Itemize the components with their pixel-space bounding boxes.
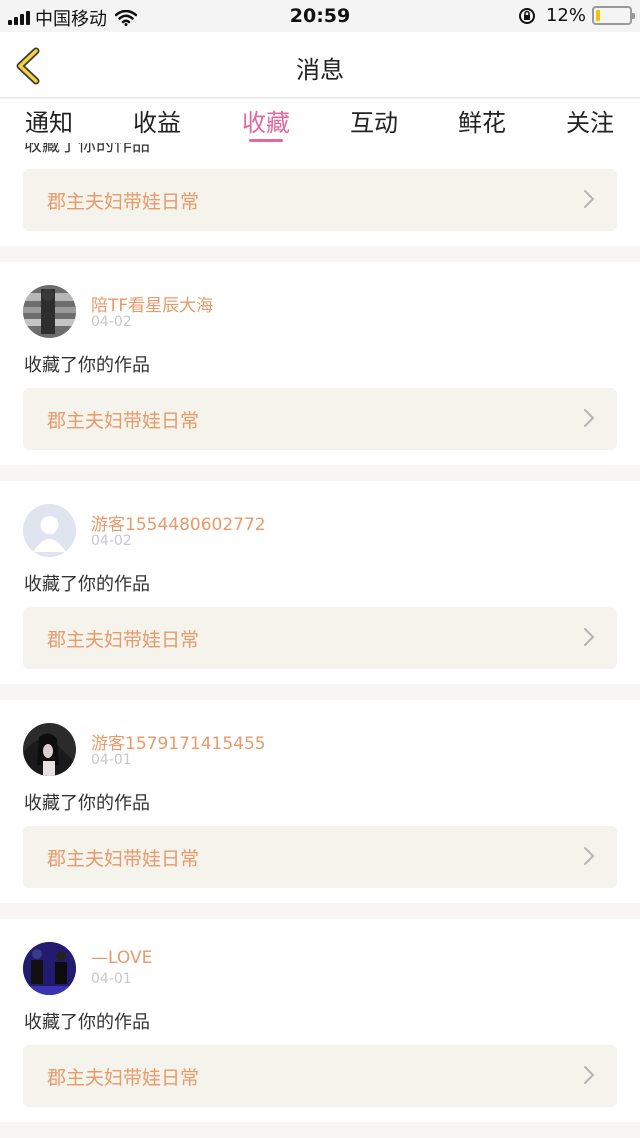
date: 04-02	[91, 533, 132, 549]
username[interactable]: 陪TF看星辰大海	[91, 291, 213, 316]
work-link[interactable]: 郡主夫妇带娃日常	[23, 826, 617, 888]
avatar[interactable]	[23, 723, 76, 776]
tab-bar: 通知 收益 收藏 互动 鲜花 关注	[0, 99, 640, 143]
work-title: 郡主夫妇带娃日常	[47, 191, 200, 213]
avatar[interactable]	[23, 285, 76, 338]
active-tab-indicator	[249, 139, 283, 142]
page-title: 消息	[296, 56, 344, 84]
orientation-lock-icon	[518, 7, 535, 24]
date: 04-02	[91, 314, 132, 330]
battery-percent: 12%	[545, 5, 586, 26]
chevron-right-icon	[584, 1066, 595, 1084]
avatar[interactable]	[23, 942, 76, 995]
tab-flowers[interactable]: 鲜花	[442, 103, 522, 138]
work-link[interactable]: 郡主夫妇带娃日常	[23, 607, 617, 669]
action-text: 收藏了你的作品	[24, 1012, 150, 1033]
action-text: 收藏了你的作品	[24, 793, 150, 814]
battery-icon	[592, 6, 635, 25]
chevron-right-icon	[584, 190, 595, 208]
chevron-right-icon	[584, 409, 595, 427]
list-item: 收藏了你的作品 郡主夫妇带娃日常	[0, 143, 640, 246]
date: 04-01	[91, 971, 132, 987]
action-text: 收藏了你的作品	[24, 143, 150, 156]
status-bar: 中国移动 20:59 12%	[0, 0, 640, 32]
tab-favorites[interactable]: 收藏	[226, 103, 306, 138]
tab-interactions[interactable]: 互动	[334, 103, 414, 138]
action-text: 收藏了你的作品	[24, 355, 150, 376]
default-user-icon	[23, 504, 76, 557]
work-title: 郡主夫妇带娃日常	[47, 410, 200, 432]
work-title: 郡主夫妇带娃日常	[47, 1067, 200, 1089]
nav-bar: 消息	[0, 32, 640, 98]
chevron-right-icon	[584, 847, 595, 865]
username[interactable]: 游客1579171415455	[91, 729, 266, 754]
tab-earnings[interactable]: 收益	[117, 103, 197, 138]
action-text: 收藏了你的作品	[24, 574, 150, 595]
work-link[interactable]: 郡主夫妇带娃日常	[23, 1045, 617, 1107]
user-photo-icon	[23, 285, 76, 338]
tab-notifications[interactable]: 通知	[9, 103, 89, 138]
user-photo-icon	[23, 723, 76, 776]
list-item: 陪TF看星辰大海 04-02 收藏了你的作品 郡主夫妇带娃日常	[0, 262, 640, 465]
avatar[interactable]	[23, 504, 76, 557]
tab-following[interactable]: 关注	[550, 103, 630, 138]
username[interactable]: 游客1554480602772	[91, 510, 266, 535]
list-item: 游客1579171415455 04-01 收藏了你的作品 郡主夫妇带娃日常	[0, 700, 640, 903]
work-link[interactable]: 郡主夫妇带娃日常	[23, 169, 617, 231]
status-right: 12%	[518, 5, 635, 26]
list-item: —LOVE 04-01 收藏了你的作品 郡主夫妇带娃日常	[0, 919, 640, 1122]
work-link[interactable]: 郡主夫妇带娃日常	[23, 388, 617, 450]
user-photo-icon	[23, 942, 76, 995]
username[interactable]: —LOVE	[91, 948, 152, 968]
work-title: 郡主夫妇带娃日常	[47, 629, 200, 651]
battery-level	[596, 10, 600, 21]
message-list: 收藏了你的作品 郡主夫妇带娃日常 陪TF看星辰大海 04-02 收藏了你的作品 …	[0, 143, 640, 1138]
chevron-right-icon	[584, 628, 595, 646]
date: 04-01	[91, 752, 132, 768]
list-item: 游客1554480602772 04-02 收藏了你的作品 郡主夫妇带娃日常	[0, 481, 640, 684]
work-title: 郡主夫妇带娃日常	[47, 848, 200, 870]
